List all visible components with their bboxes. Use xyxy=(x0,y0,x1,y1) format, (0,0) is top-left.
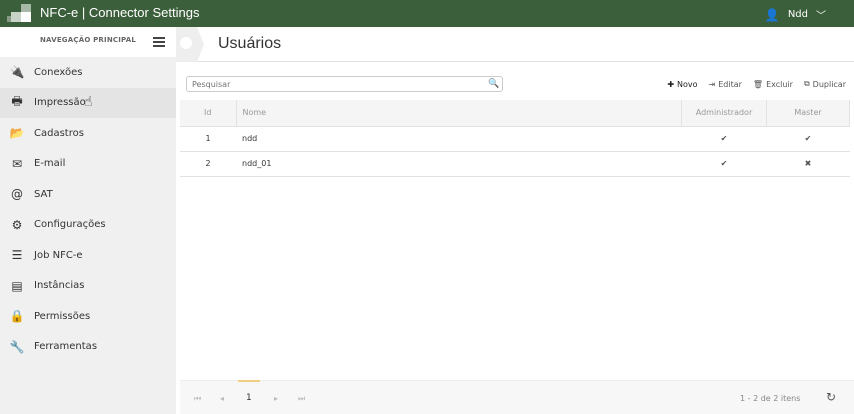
sidebar-item-permiss-es[interactable]: 🔒 Permissões xyxy=(0,301,176,332)
trash-icon: 🗑 xyxy=(752,79,764,89)
pager: ⏮ ◂ 1 ▸ ⏭ 1 - 2 de 2 itens ↻ xyxy=(180,380,854,414)
folder-open-icon: 📂 xyxy=(9,126,25,141)
sidebar-item-label: Permissões xyxy=(34,310,91,322)
table-row[interactable]: 1 ndd ✔ ✔ xyxy=(180,126,850,152)
app-header: NFC-e | Connector Settings 👤 Ndd ﹀ xyxy=(0,0,854,27)
sidebar-item-label: Ferramentas xyxy=(34,341,98,353)
search-input[interactable] xyxy=(186,76,503,92)
sidebar-item-ferramentas[interactable]: 🔧 Ferramentas xyxy=(0,332,176,363)
printer-icon: 🖶 xyxy=(11,94,23,109)
user-menu[interactable]: 👤 Ndd ﹀ xyxy=(764,7,826,23)
cell-master: ✔ xyxy=(766,126,850,152)
sidebar-item-job-nfc-e[interactable]: ☰ Job NFC-e xyxy=(0,240,176,271)
sidebar-item-label: Instâncias xyxy=(34,280,85,292)
cell-nome: ndd_01 xyxy=(236,151,682,177)
copy-icon: ⧉ xyxy=(803,79,810,88)
sidebar-item-label: SAT xyxy=(34,188,53,200)
prev-page-icon[interactable]: ◂ xyxy=(220,394,224,403)
sidebar-item-conex-es[interactable]: 🔌 Conexões xyxy=(0,57,176,88)
column-header-id[interactable]: Id xyxy=(180,100,237,127)
cell-master: ✖ xyxy=(766,151,850,177)
sliders-icon: ☰ xyxy=(11,248,23,263)
lock-icon: 🔒 xyxy=(9,309,25,324)
plug-icon: 🔌 xyxy=(9,65,25,80)
server-icon: ▤ xyxy=(11,278,23,293)
sidebar-item-label: Configurações xyxy=(34,219,106,231)
main-content: Usuários 🔍 ✚Novo ⇥Editar 🗑Excluir ⧉Dupli… xyxy=(176,27,854,414)
envelope-icon: ✉ xyxy=(11,156,23,171)
edit-icon: ⇥ xyxy=(708,79,716,89)
chevron-down-icon: ﹀ xyxy=(816,11,826,22)
sidebar-item-label: Conexões xyxy=(34,66,83,78)
wrench-icon: 🔧 xyxy=(9,339,25,354)
sidebar-item-label: Cadastros xyxy=(34,127,84,139)
sidebar-item-label: Job NFC-e xyxy=(34,249,83,261)
sidebar-heading: NAVEGAÇÃO PRINCIPAL xyxy=(40,36,136,44)
cell-administrador: ✔ xyxy=(681,126,767,152)
refresh-icon[interactable]: ↻ xyxy=(826,390,836,404)
plus-icon: ✚ xyxy=(667,79,675,89)
sidebar-item-impress-o[interactable]: 🖶 Impressão ☝ xyxy=(0,87,176,118)
search-icon[interactable]: 🔍 xyxy=(488,79,499,89)
app-title: NFC-e | Connector Settings xyxy=(40,5,200,20)
sidebar-item-cadastros[interactable]: 📂 Cadastros xyxy=(0,118,176,149)
sidebar-item-label: E-mail xyxy=(34,158,66,170)
cell-id: 2 xyxy=(180,151,236,177)
pager-summary: 1 - 2 de 2 itens xyxy=(740,394,801,403)
edit-button[interactable]: ⇥ Editar xyxy=(709,79,742,89)
sidebar-item-sat[interactable]: @ SAT xyxy=(0,179,176,210)
user-name: Ndd xyxy=(787,9,808,20)
at-icon: @ xyxy=(11,187,23,202)
delete-button[interactable]: 🗑 Excluir xyxy=(753,79,793,89)
gear-icon: ⚙ xyxy=(11,217,23,232)
sidebar-item-label: Impressão xyxy=(34,97,86,109)
first-page-icon[interactable]: ⏮ xyxy=(194,394,201,404)
next-page-icon[interactable]: ▸ xyxy=(274,394,278,403)
last-page-icon[interactable]: ⏭ xyxy=(298,394,305,404)
cell-id: 1 xyxy=(180,126,236,152)
cell-administrador: ✔ xyxy=(681,151,767,177)
new-button[interactable]: ✚ Novo xyxy=(667,79,697,89)
users-table: Id Nome Administrador Master 1 ndd ✔ ✔ 2 ndd_… xyxy=(180,100,850,177)
column-header-master[interactable]: Master xyxy=(766,100,850,127)
duplicate-button[interactable]: ⧉ Duplicar xyxy=(804,79,846,89)
cell-nome: ndd xyxy=(236,126,682,152)
app-logo xyxy=(7,4,31,24)
column-header-administrador[interactable]: Administrador xyxy=(681,100,767,127)
sidebar-item-e-mail[interactable]: ✉ E-mail xyxy=(0,149,176,180)
avatar xyxy=(176,27,204,62)
page-number[interactable]: 1 xyxy=(246,393,252,403)
hand-cursor-icon: ☝ xyxy=(84,93,93,110)
sidebar-item-inst-ncias[interactable]: ▤ Instâncias xyxy=(0,271,176,302)
sidebar-item-configura-es[interactable]: ⚙ Configurações xyxy=(0,210,176,241)
table-row[interactable]: 2 ndd_01 ✔ ✖ xyxy=(180,151,850,177)
user-icon: 👤 xyxy=(764,7,780,22)
sidebar: NAVEGAÇÃO PRINCIPAL 🔌 Conexões 🖶 Impressão ☝… xyxy=(0,27,176,414)
page-title: Usuários xyxy=(218,35,282,52)
column-header-nome[interactable]: Nome xyxy=(236,100,682,127)
menu-toggle-icon[interactable] xyxy=(153,37,165,47)
